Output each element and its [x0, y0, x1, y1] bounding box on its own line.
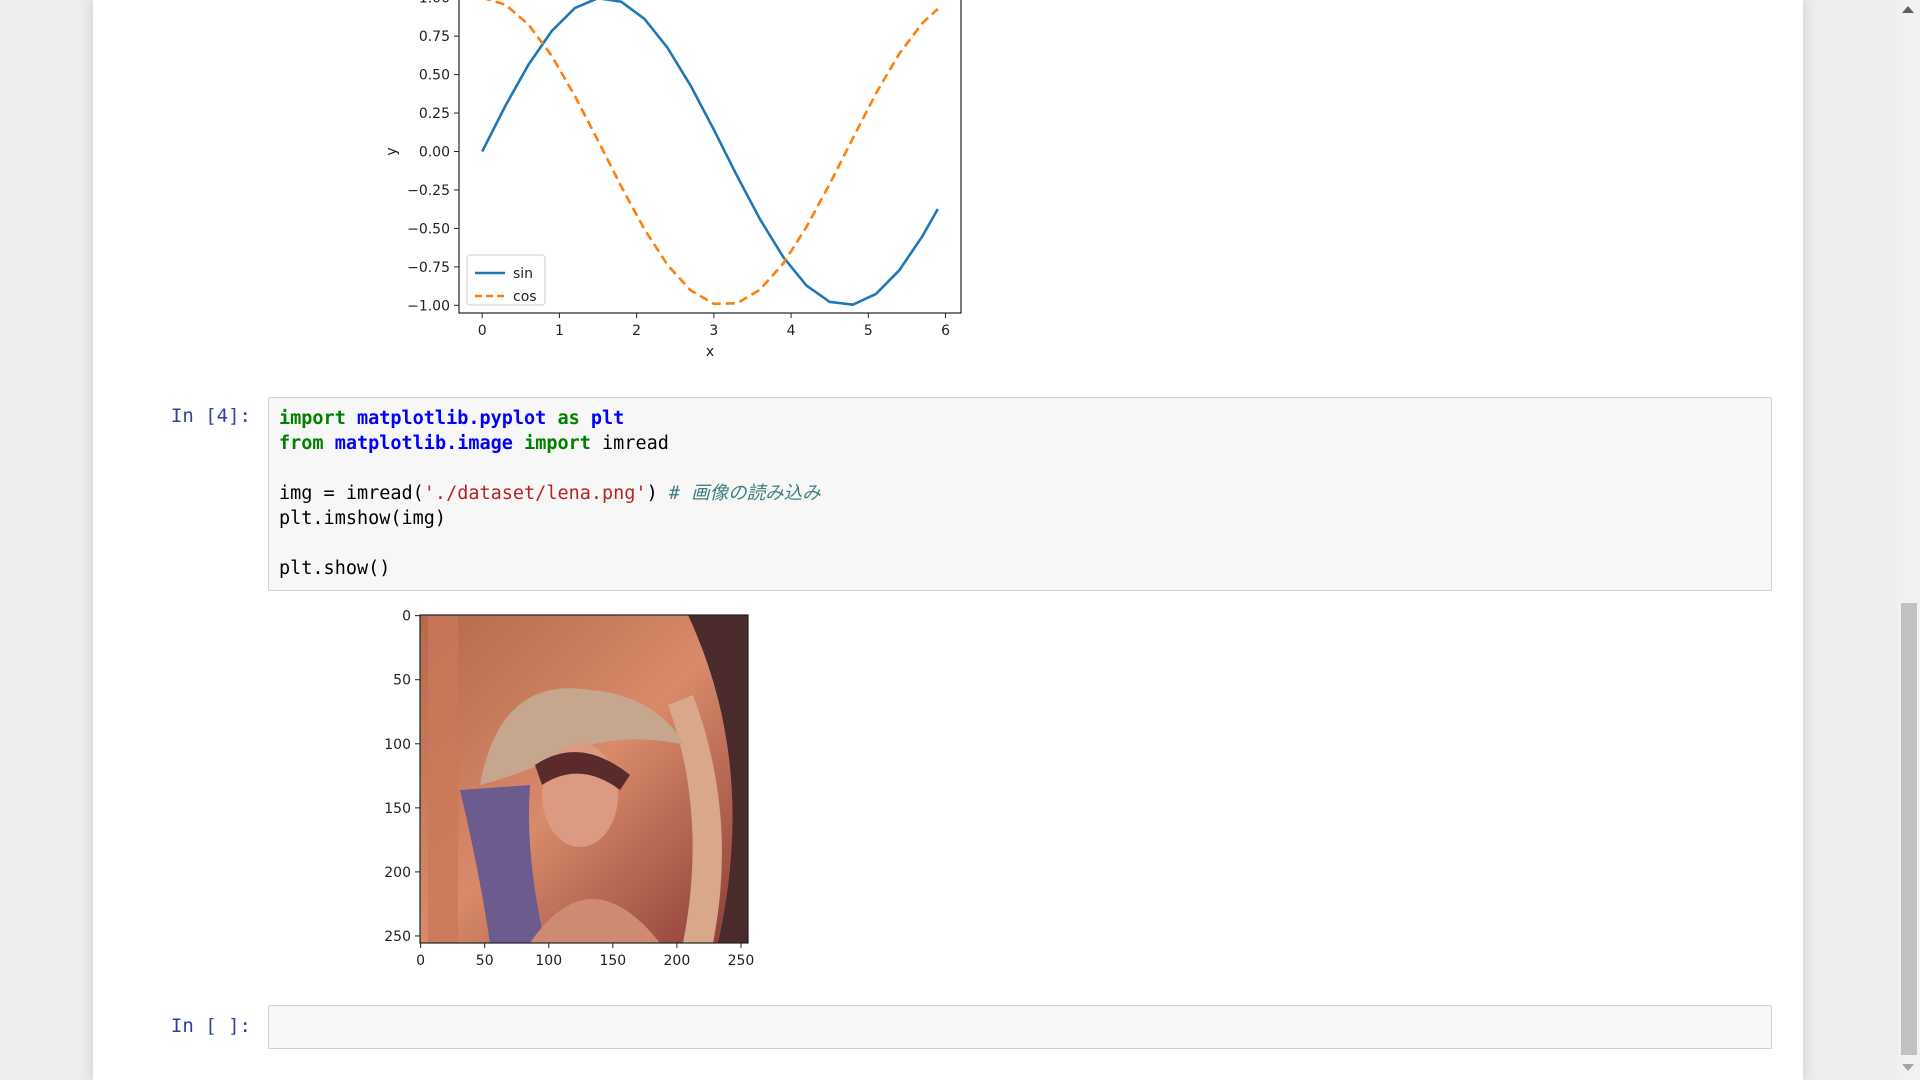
- code-token: as: [557, 408, 580, 429]
- notebook-container: 0 1 2 3 4 5 6 1.00 0.75 0.50 0.25 0.00 −0.25 −0.50 −0.…: [93, 0, 1803, 1080]
- code-editor[interactable]: import matplotlib.pyplot as plt from matp…: [279, 406, 821, 581]
- lena-image-plot: 0 50 100 150 200 250 0 50 100 150 200 250: [384, 609, 755, 969]
- cos-series-line: [485, 0, 939, 306]
- x-tick-label: 4: [787, 323, 796, 339]
- x-tick-label: 200: [664, 953, 691, 969]
- sin-cos-line-chart: 0 1 2 3 4 5 6 1.00 0.75 0.50 0.25 0.00 −0.25 −0.50 −0.…: [384, 0, 962, 360]
- x-tick-label: 0: [478, 323, 487, 339]
- y-tick-label: 0.25: [419, 106, 450, 122]
- chart-legend: sin cos: [466, 254, 546, 306]
- y-axis-label: y: [384, 147, 400, 155]
- x-tick-label: 100: [535, 953, 562, 969]
- x-tick-label: 150: [599, 953, 626, 969]
- x-tick-label: 250: [728, 953, 755, 969]
- y-tick-label: 150: [384, 801, 411, 817]
- y-tick-label: −1.00: [407, 298, 450, 314]
- legend-label-cos: cos: [513, 289, 537, 305]
- code-token: img = imread(: [279, 483, 424, 504]
- scroll-thumb[interactable]: [1901, 603, 1917, 1055]
- x-tick-label: 2: [632, 323, 641, 339]
- code-line: plt.show(): [279, 556, 821, 581]
- code-line: plt.imshow(img): [279, 506, 821, 531]
- code-token: import: [524, 433, 591, 454]
- code-line: from matplotlib.image import imread: [279, 431, 821, 456]
- code-token: ): [646, 483, 669, 504]
- y-tick-label: −0.75: [407, 260, 450, 276]
- image-left-pillar: [428, 615, 458, 943]
- x-tick-label: 1: [555, 323, 564, 339]
- x-tick-label: 3: [709, 323, 718, 339]
- y-tick-label: 0.00: [419, 145, 450, 161]
- sin-series-line: [481, 0, 939, 307]
- code-token: from: [279, 433, 324, 454]
- y-tick-label: −0.25: [407, 183, 450, 199]
- code-token: matplotlib.image: [334, 433, 513, 454]
- y-tick-label: 250: [384, 929, 411, 945]
- page-scrollbar[interactable]: [1897, 0, 1920, 1080]
- code-cell-input[interactable]: import matplotlib.pyplot as plt from matp…: [268, 397, 1772, 591]
- y-tick-label: 200: [384, 865, 411, 881]
- code-token: matplotlib.pyplot: [356, 408, 547, 429]
- empty-code-cell-input[interactable]: [268, 1005, 1772, 1049]
- code-token: plt.imshow(img): [279, 508, 447, 529]
- y-tick-label: 0.75: [419, 29, 450, 45]
- y-tick-label: 0: [402, 609, 411, 625]
- x-tick-label: 0: [416, 953, 425, 969]
- y-tick-label: 100: [384, 737, 411, 753]
- legend-label-sin: sin: [513, 266, 533, 282]
- x-tick-label: 6: [941, 323, 950, 339]
- x-tick-label: 50: [476, 953, 494, 969]
- y-tick-label: 0.50: [419, 68, 450, 84]
- code-token: plt.show(): [279, 558, 391, 579]
- code-token: imread: [590, 433, 669, 454]
- code-line: import matplotlib.pyplot as plt: [279, 406, 821, 431]
- scroll-down-arrow-icon[interactable]: [1902, 1064, 1914, 1071]
- x-axis-label: x: [706, 344, 714, 360]
- code-token: './dataset/lena.png': [423, 483, 647, 504]
- code-token: plt: [590, 408, 625, 429]
- x-tick-label: 5: [864, 323, 873, 339]
- scroll-up-arrow-icon[interactable]: [1902, 6, 1914, 13]
- code-token: # 画像の読み込み: [668, 483, 821, 504]
- empty-cell-prompt: In [ ]:: [170, 1015, 251, 1037]
- y-tick-label: −0.50: [407, 221, 450, 237]
- y-tick-label: 1.00: [419, 0, 450, 7]
- y-tick-label: 50: [393, 673, 411, 689]
- lena-image: [420, 615, 748, 943]
- code-line: img = imread('./dataset/lena.png') # 画像の…: [279, 481, 821, 506]
- cell-prompt: In [4]:: [170, 405, 251, 427]
- code-token: import: [279, 408, 346, 429]
